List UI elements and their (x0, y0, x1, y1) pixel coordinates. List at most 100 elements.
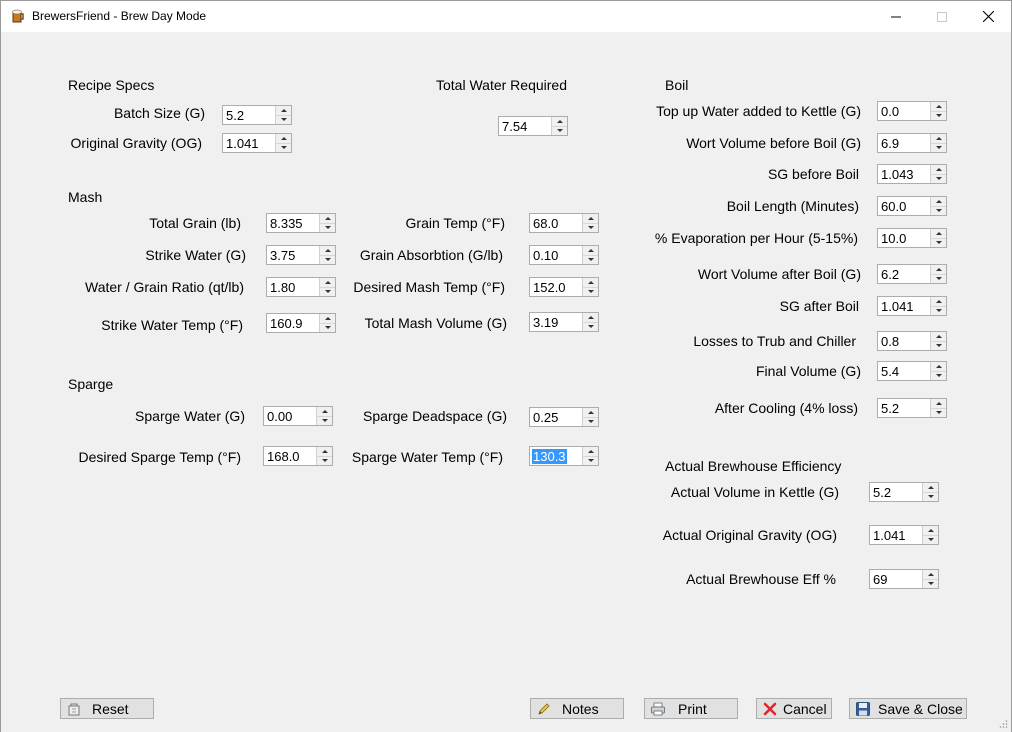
desired-mash-temp-stepper[interactable]: 152.0 (529, 277, 599, 297)
evaporation-down[interactable] (931, 238, 946, 247)
sparge-deadspace-down[interactable] (583, 417, 598, 426)
desired-sparge-temp-stepper[interactable]: 168.0 (263, 446, 333, 466)
strike-temp-down[interactable] (320, 323, 335, 332)
print-button[interactable]: Print (644, 698, 738, 719)
sg-after-down[interactable] (931, 306, 946, 315)
cancel-button[interactable]: Cancel (756, 698, 832, 719)
after-cooling-stepper[interactable]: 5.2 (877, 398, 947, 418)
actual-eff-stepper[interactable]: 69 (869, 569, 939, 589)
boil-heading: Boil (665, 77, 689, 93)
actual-og-value: 1.041 (873, 528, 906, 543)
total-mash-volume-down[interactable] (583, 322, 598, 331)
red-x-icon (763, 702, 777, 716)
og-down[interactable] (276, 143, 291, 152)
final-volume-down[interactable] (931, 371, 946, 380)
sparge-water-down[interactable] (317, 416, 332, 425)
total-water-down[interactable] (552, 126, 567, 135)
actual-eff-down[interactable] (923, 579, 938, 588)
actual-og-stepper[interactable]: 1.041 (869, 525, 939, 545)
strike-water-label: Strike Water (G) (145, 247, 246, 263)
sg-before-stepper[interactable]: 1.043 (877, 164, 947, 184)
losses-stepper[interactable]: 0.8 (877, 331, 947, 351)
ratio-down[interactable] (320, 287, 335, 296)
sparge-water-stepper[interactable]: 0.00 (263, 406, 333, 426)
sparge-water-temp-stepper[interactable]: 130.3 (529, 446, 599, 466)
wort-after-down[interactable] (931, 274, 946, 283)
topup-down[interactable] (931, 111, 946, 120)
batch-size-down[interactable] (276, 115, 291, 124)
evaporation-value: 10.0 (881, 231, 907, 246)
total-grain-down[interactable] (320, 223, 335, 232)
title-bar: BrewersFriend - Brew Day Mode (1, 1, 1011, 32)
grain-temp-label: Grain Temp (°F) (405, 215, 505, 231)
topup-value: 0.0 (881, 104, 900, 119)
desired-mash-temp-value: 152.0 (533, 280, 566, 295)
absorption-down[interactable] (583, 255, 598, 264)
grain-temp-stepper[interactable]: 68.0 (529, 213, 599, 233)
actual-og-label: Actual Original Gravity (OG) (662, 527, 837, 543)
total-grain-stepper[interactable]: 8.335 (266, 213, 336, 233)
reset-label: Reset (92, 701, 129, 717)
minimize-button[interactable] (873, 1, 919, 32)
sparge-deadspace-stepper[interactable]: 0.25 (529, 407, 599, 427)
actual-volume-down[interactable] (923, 492, 938, 501)
desired-sparge-temp-down[interactable] (317, 456, 332, 465)
desired-sparge-temp-value: 168.0 (267, 449, 300, 464)
wort-after-value: 6.2 (881, 267, 900, 282)
reset-icon (68, 703, 80, 716)
grain-temp-down[interactable] (583, 223, 598, 232)
batch-size-stepper[interactable]: 5.2 (222, 105, 292, 125)
sg-after-label: SG after Boil (779, 298, 859, 314)
sparge-water-temp-down[interactable] (583, 456, 598, 465)
absorption-stepper[interactable]: 0.10 (529, 245, 599, 265)
pencil-icon (538, 703, 550, 715)
total-mash-volume-stepper[interactable]: 3.19 (529, 312, 599, 332)
wort-after-stepper[interactable]: 6.2 (877, 264, 947, 284)
wort-before-stepper[interactable]: 6.9 (877, 133, 947, 153)
actual-volume-stepper[interactable]: 5.2 (869, 482, 939, 502)
resize-grip-icon[interactable] (998, 719, 1008, 729)
strike-water-down[interactable] (320, 255, 335, 264)
actual-og-down[interactable] (923, 535, 938, 544)
evaporation-stepper[interactable]: 10.0 (877, 228, 947, 248)
save-close-label: Save & Close (878, 701, 963, 717)
ratio-value: 1.80 (270, 280, 296, 295)
wort-before-down[interactable] (931, 143, 946, 152)
boil-length-down[interactable] (931, 206, 946, 215)
og-stepper[interactable]: 1.041 (222, 133, 292, 153)
strike-temp-stepper[interactable]: 160.9 (266, 313, 336, 333)
og-value: 1.041 (226, 136, 259, 151)
maximize-button[interactable] (919, 1, 965, 32)
close-button[interactable] (965, 1, 1011, 32)
losses-down[interactable] (931, 341, 946, 350)
strike-temp-label: Strike Water Temp (°F) (101, 317, 243, 333)
sg-before-label: SG before Boil (767, 166, 859, 182)
notes-button[interactable]: Notes (530, 698, 624, 719)
close-icon (982, 11, 994, 22)
printer-icon (651, 702, 665, 716)
desired-sparge-temp-label: Desired Sparge Temp (°F) (78, 449, 241, 465)
actual-eff-value: 69 (873, 572, 888, 587)
sparge-deadspace-value: 0.25 (533, 410, 559, 425)
wort-before-value: 6.9 (881, 136, 900, 151)
batch-size-value: 5.2 (226, 108, 245, 123)
sg-after-stepper[interactable]: 1.041 (877, 296, 947, 316)
after-cooling-down[interactable] (931, 408, 946, 417)
boil-length-label: Boil Length (Minutes) (726, 198, 859, 214)
absorption-label: Grain Absorbtion (G/lb) (359, 247, 503, 263)
og-label: Original Gravity (OG) (70, 135, 202, 151)
actual-eff-label: Actual Brewhouse Eff % (686, 571, 836, 587)
boil-length-stepper[interactable]: 60.0 (877, 196, 947, 216)
final-volume-stepper[interactable]: 5.4 (877, 361, 947, 381)
sg-before-down[interactable] (931, 174, 946, 183)
save-close-button[interactable]: Save & Close (849, 698, 967, 719)
total-water-stepper[interactable]: 7.54 (498, 116, 568, 136)
reset-button[interactable]: Reset (60, 698, 154, 719)
evaporation-label: % Evaporation per Hour (5-15%) (654, 230, 858, 246)
strike-temp-value: 160.9 (270, 316, 303, 331)
ratio-stepper[interactable]: 1.80 (266, 277, 336, 297)
strike-water-stepper[interactable]: 3.75 (266, 245, 336, 265)
topup-stepper[interactable]: 0.0 (877, 101, 947, 121)
desired-mash-temp-down[interactable] (583, 287, 598, 296)
maximize-icon (937, 11, 947, 22)
